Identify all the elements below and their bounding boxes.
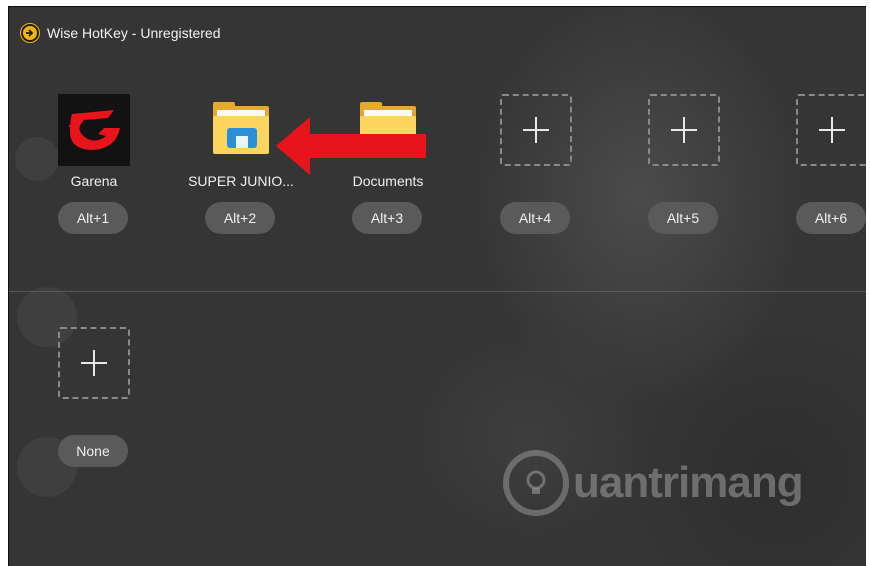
wise-hotkey-window: Wise HotKey - Unregistered Garena Alt+1 … xyxy=(8,6,866,566)
plus-icon xyxy=(81,350,107,376)
plus-icon xyxy=(671,117,697,143)
annotation-arrow-icon xyxy=(276,117,426,175)
slot-name: SUPER JUNIO... xyxy=(188,173,294,189)
plus-icon xyxy=(819,117,845,143)
wise-hotkey-arrow-icon xyxy=(20,23,40,43)
hotkey-slot-4[interactable]: Alt+4 xyxy=(480,94,590,244)
hotkey-button[interactable]: Alt+6 xyxy=(796,202,866,234)
hotkey-button[interactable]: None xyxy=(58,435,128,467)
add-slot-button[interactable] xyxy=(796,94,866,166)
slot-name: Garena xyxy=(70,173,118,189)
hotkey-button[interactable]: Alt+4 xyxy=(500,202,570,234)
hotkey-button[interactable]: Alt+3 xyxy=(352,202,422,234)
plus-icon xyxy=(523,117,549,143)
hotkey-button[interactable]: Alt+1 xyxy=(58,202,128,234)
watermark-text: uantrimang xyxy=(573,458,804,507)
window-title: Wise HotKey - Unregistered xyxy=(47,25,221,41)
hotkey-button[interactable]: Alt+2 xyxy=(205,202,275,234)
hotkey-slot-6[interactable]: Alt+6 xyxy=(776,94,866,244)
hotkey-slot-extra[interactable]: None xyxy=(38,327,148,477)
add-slot-button[interactable] xyxy=(648,94,720,166)
folder-icon[interactable] xyxy=(205,94,277,166)
hotkey-slot-5[interactable]: Alt+5 xyxy=(628,94,738,244)
lightbulb-icon xyxy=(503,450,569,516)
watermark-logo: uantrimang xyxy=(503,450,804,516)
title-bar: Wise HotKey - Unregistered xyxy=(20,21,221,45)
hotkey-button[interactable]: Alt+5 xyxy=(648,202,718,234)
garena-icon[interactable] xyxy=(58,94,130,166)
row-divider xyxy=(9,291,866,292)
hotkey-slot-1[interactable]: Garena Alt+1 xyxy=(38,94,148,244)
slot-name: Documents xyxy=(352,173,424,189)
add-slot-button[interactable] xyxy=(58,327,130,399)
add-slot-button[interactable] xyxy=(500,94,572,166)
